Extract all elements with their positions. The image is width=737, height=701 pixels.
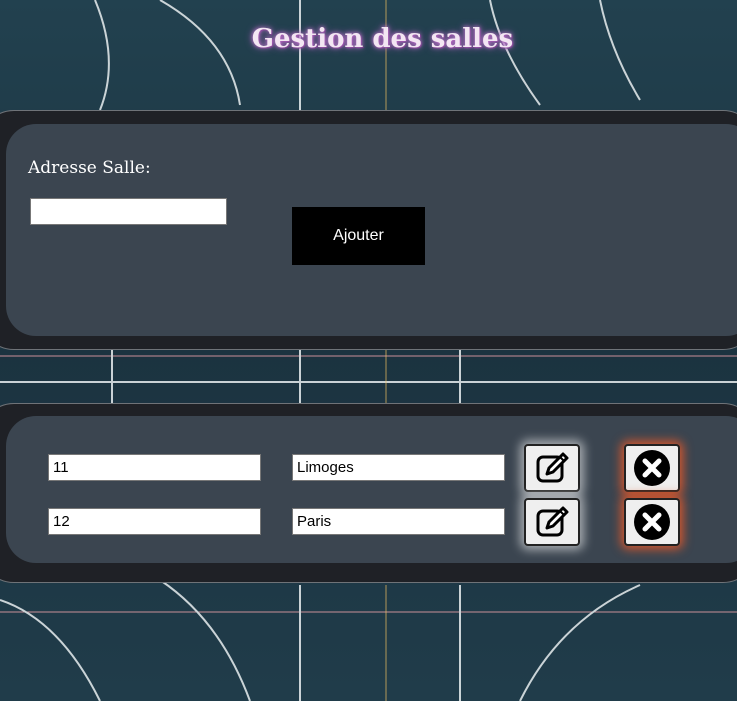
delete-icon [634,504,670,540]
edit-button[interactable] [524,498,580,546]
room-id-input[interactable] [48,508,261,535]
delete-button[interactable] [624,444,680,492]
edit-button[interactable] [524,444,580,492]
add-button[interactable]: Ajouter [292,207,425,265]
delete-button[interactable] [624,498,680,546]
edit-icon [536,506,569,537]
room-city-input[interactable] [292,508,505,535]
court-background [0,0,737,701]
delete-icon [634,450,670,486]
page-title: Gestion des salles [251,24,514,54]
address-label: Adresse Salle: [28,158,151,178]
room-id-input[interactable] [48,454,261,481]
edit-icon [536,452,569,483]
address-input[interactable] [30,198,227,225]
room-city-input[interactable] [292,454,505,481]
